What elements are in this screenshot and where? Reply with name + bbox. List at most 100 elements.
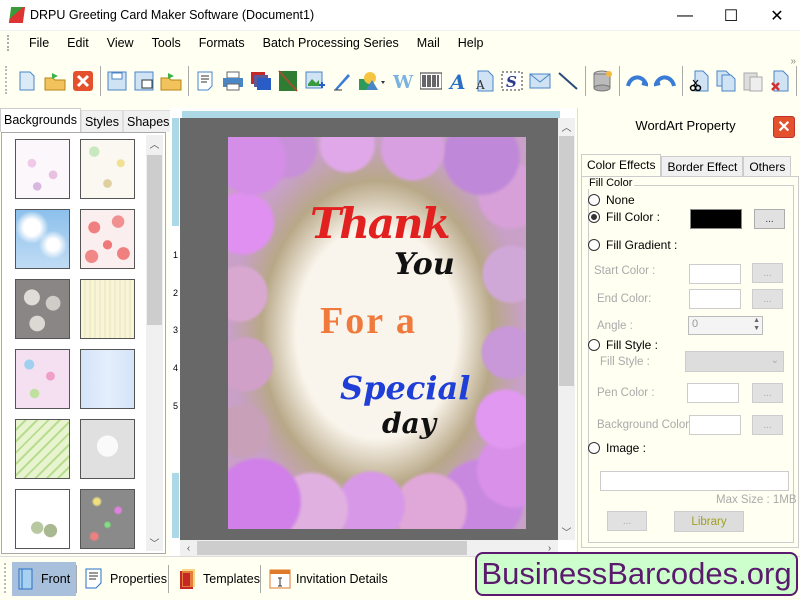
save-icon[interactable] — [107, 70, 128, 92]
tab-shapes[interactable]: Shapes — [123, 110, 174, 132]
insert-image-icon[interactable] — [305, 70, 326, 92]
radio-button[interactable] — [588, 339, 600, 351]
menu-file[interactable]: File — [20, 36, 58, 50]
wordart-you[interactable]: You — [394, 247, 455, 282]
fill-style-dropdown[interactable]: ⌄ — [685, 351, 784, 372]
pen-icon[interactable] — [331, 70, 352, 92]
pen-color-swatch[interactable] — [687, 383, 739, 403]
radio-none[interactable]: None — [588, 193, 635, 207]
menu-mail[interactable]: Mail — [408, 36, 449, 50]
background-thumbnail[interactable] — [80, 139, 135, 199]
fill-color-browse-button[interactable]: ... — [754, 209, 785, 229]
signature-icon[interactable]: S — [501, 70, 523, 92]
background-thumbnail[interactable] — [80, 209, 135, 269]
background-thumbnail[interactable] — [15, 279, 70, 339]
background-thumbnail[interactable] — [15, 419, 70, 479]
undo-icon[interactable] — [626, 70, 649, 92]
radio-image[interactable]: Image : — [588, 441, 646, 455]
canvas-vertical-scrollbar[interactable]: ︿ ﹀ — [558, 118, 575, 540]
print-icon[interactable] — [222, 70, 244, 92]
new-file-icon[interactable] — [17, 70, 38, 92]
shapes-icon[interactable] — [358, 70, 386, 92]
start-color-browse-button[interactable]: ... — [752, 263, 783, 283]
wordart-special[interactable]: Special — [340, 369, 470, 407]
wordart-day[interactable]: day — [382, 407, 436, 440]
image-edit-icon[interactable] — [278, 70, 299, 92]
image-path-input[interactable] — [600, 471, 789, 491]
scrollbar-thumb[interactable] — [559, 136, 574, 386]
image-browse-button[interactable]: ... — [607, 511, 647, 531]
stepper-arrows-icon[interactable]: ▲ ▼ — [753, 317, 760, 333]
wordart-for-a[interactable]: For a — [320, 299, 417, 343]
scroll-left-arrow[interactable]: ‹ — [180, 540, 197, 556]
end-color-swatch[interactable] — [689, 289, 741, 309]
tab-backgrounds[interactable]: Backgrounds — [0, 108, 81, 132]
tab-front[interactable]: Front — [12, 562, 77, 596]
wordart-thank[interactable]: Thank — [310, 199, 451, 248]
tab-border-effect[interactable]: Border Effect — [661, 156, 744, 176]
menu-help[interactable]: Help — [449, 36, 493, 50]
scroll-up-arrow[interactable]: ︿ — [558, 118, 575, 135]
angle-stepper[interactable]: 0 ▲ ▼ — [688, 316, 763, 335]
text-icon[interactable]: A — [448, 70, 469, 92]
background-color-browse-button[interactable]: ... — [752, 415, 783, 435]
radio-fill-color[interactable]: Fill Color : — [588, 210, 660, 224]
menu-view[interactable]: View — [98, 36, 143, 50]
export-folder-icon[interactable] — [160, 70, 182, 92]
background-color-swatch[interactable] — [689, 415, 741, 435]
background-thumbnail[interactable] — [80, 349, 135, 409]
close-button[interactable]: ✕ — [754, 0, 800, 31]
radio-button[interactable] — [588, 442, 600, 454]
pen-color-browse-button[interactable]: ... — [752, 383, 783, 403]
background-icon[interactable] — [250, 70, 272, 92]
copy-icon[interactable] — [716, 70, 737, 92]
library-button[interactable]: Library — [674, 511, 744, 532]
paste-icon[interactable] — [743, 70, 764, 92]
tab-invitation-details[interactable]: Invitation Details — [263, 562, 394, 596]
start-color-swatch[interactable] — [689, 264, 741, 284]
background-thumbnail[interactable] — [15, 489, 70, 549]
scrollbar-thumb[interactable] — [197, 541, 467, 555]
scroll-down-arrow[interactable]: ﹀ — [558, 523, 575, 540]
background-thumbnail[interactable] — [15, 139, 70, 199]
cut-icon[interactable] — [689, 70, 710, 92]
toolbar-overflow-button[interactable]: » — [790, 56, 796, 67]
wordart-icon[interactable]: W — [392, 70, 414, 92]
backgrounds-scrollbar[interactable]: ︿ ﹀ — [146, 135, 163, 551]
radio-fill-gradient[interactable]: Fill Gradient : — [588, 238, 677, 252]
background-thumbnail[interactable] — [80, 279, 135, 339]
background-thumbnail[interactable] — [15, 209, 70, 269]
scrollbar-thumb[interactable] — [147, 155, 162, 325]
text-box-icon[interactable]: A — [475, 70, 496, 92]
end-color-browse-button[interactable]: ... — [752, 289, 783, 309]
tab-templates[interactable]: Templates — [172, 562, 266, 596]
tab-color-effects[interactable]: Color Effects — [581, 154, 662, 176]
line-icon[interactable] — [557, 70, 579, 92]
open-folder-icon[interactable] — [44, 70, 66, 92]
background-thumbnail[interactable] — [80, 489, 135, 549]
close-panel-icon[interactable]: ✕ — [773, 116, 795, 138]
tab-styles[interactable]: Styles — [80, 110, 124, 132]
greeting-card[interactable]: Thank You For a Special day — [228, 137, 526, 529]
scroll-down-arrow[interactable]: ﹀ — [146, 534, 163, 551]
radio-fill-style[interactable]: Fill Style : — [588, 338, 658, 352]
tab-properties[interactable]: Properties — [79, 562, 173, 596]
background-thumbnail[interactable] — [15, 349, 70, 409]
menu-edit[interactable]: Edit — [58, 36, 98, 50]
page-properties-icon[interactable] — [195, 70, 216, 92]
menu-formats[interactable]: Formats — [190, 36, 254, 50]
background-thumbnail[interactable] — [80, 419, 135, 479]
redo-icon[interactable] — [654, 70, 677, 92]
radio-button[interactable] — [588, 211, 600, 223]
menu-batch-processing[interactable]: Batch Processing Series — [254, 36, 408, 50]
maximize-button[interactable]: ☐ — [708, 0, 754, 31]
menu-tools[interactable]: Tools — [143, 36, 190, 50]
delete-icon[interactable] — [769, 70, 790, 92]
fill-color-swatch[interactable] — [690, 209, 742, 229]
email-icon[interactable] — [529, 70, 551, 92]
save-as-icon[interactable] — [133, 70, 154, 92]
scroll-up-arrow[interactable]: ︿ — [146, 135, 163, 152]
barcode-icon[interactable] — [420, 70, 443, 92]
close-document-icon[interactable] — [72, 70, 94, 92]
minimize-button[interactable]: — — [662, 0, 708, 31]
